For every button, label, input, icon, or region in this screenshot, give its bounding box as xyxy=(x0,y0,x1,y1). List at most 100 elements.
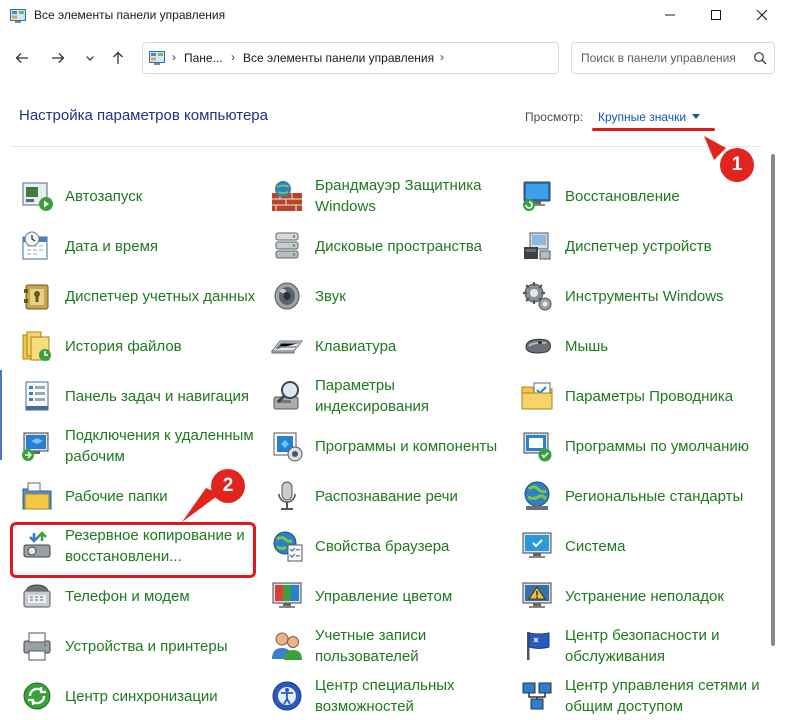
control-panel-item-label: Центр синхронизации xyxy=(65,687,218,705)
programs-features-icon xyxy=(273,432,303,462)
title-bar: Все элементы панели управления xyxy=(0,0,785,32)
control-panel-item-label: Параметры Проводника xyxy=(565,387,734,405)
indexing-icon xyxy=(273,381,299,410)
control-panel-item[interactable]: Инструменты Windows xyxy=(520,278,760,314)
autoplay-icon xyxy=(22,182,53,211)
control-panel-item[interactable]: Брандмауэр Защитника Windows xyxy=(270,177,510,215)
search-icon[interactable] xyxy=(753,51,767,65)
control-panel-item[interactable]: Программы и компоненты xyxy=(270,428,510,464)
control-panel-item[interactable]: Параметры Проводника xyxy=(520,378,760,414)
control-panel-item[interactable]: Клавиатура xyxy=(270,328,510,364)
control-panel-item[interactable]: Автозапуск xyxy=(20,178,260,214)
control-panel-item-label: Программы и компоненты xyxy=(315,437,498,455)
troubleshooting-icon xyxy=(522,582,552,608)
control-panel-item[interactable]: Резервное копирование и восстановлени... xyxy=(20,527,260,565)
security-maintenance-icon xyxy=(527,632,550,660)
close-icon xyxy=(756,9,768,21)
forward-button[interactable] xyxy=(46,46,70,70)
control-panel-item-label: История файлов xyxy=(65,337,182,355)
control-panel-item-label: Распознавание речи xyxy=(315,487,458,505)
control-panel-item-label: Панель задач и навигация xyxy=(65,387,250,405)
control-panel-item[interactable]: Учетные записи пользователей xyxy=(270,627,510,665)
control-panel-item-label: Параметры индексирования xyxy=(315,377,429,415)
control-panel-item[interactable]: Телефон и модем xyxy=(20,578,260,614)
control-panel-item[interactable]: Устройства и принтеры xyxy=(20,628,260,664)
arrow-right-icon xyxy=(52,53,65,63)
control-panel-item-label: Автозапуск xyxy=(65,187,143,205)
network-sharing-icon xyxy=(522,682,552,710)
maximize-button[interactable] xyxy=(693,0,739,30)
control-panel-item[interactable]: Центр специальных возможностей xyxy=(270,677,510,715)
control-panel-item[interactable]: Диспетчер устройств xyxy=(520,228,760,264)
storage-spaces-icon xyxy=(275,232,299,259)
control-panel-item[interactable]: Система xyxy=(520,528,760,564)
scrollbar-thumb[interactable] xyxy=(771,154,775,646)
control-panel-item-label: Подключения к удаленным рабочим xyxy=(65,427,254,465)
control-panel-item-label: Учетные записи пользователей xyxy=(315,627,427,665)
control-panel-item[interactable]: Свойства браузера xyxy=(270,528,510,564)
explorer-options-icon xyxy=(521,382,553,410)
windows-tools-icon xyxy=(523,282,552,311)
breadcrumb-item[interactable]: Пане... xyxy=(184,51,223,65)
color-management-icon xyxy=(272,582,302,608)
control-panel-item-label: Диспетчер учетных данных xyxy=(65,287,256,305)
control-panel-item[interactable]: Распознавание речи xyxy=(270,478,510,514)
control-panel-item-label: Резервное копирование и восстановлени... xyxy=(65,527,245,565)
control-panel-item-label: Дисковые пространства xyxy=(315,237,483,255)
minimize-button[interactable] xyxy=(647,0,693,30)
phone-modem-icon xyxy=(23,584,51,608)
control-panel-item[interactable]: Диспетчер учетных данных xyxy=(20,278,260,314)
control-panel-item[interactable]: Региональные стандарты xyxy=(520,478,760,514)
maximize-icon xyxy=(711,10,721,20)
breadcrumb-item[interactable]: Все элементы панели управления xyxy=(243,51,434,65)
recent-locations-button[interactable] xyxy=(78,46,102,70)
credential-manager-icon xyxy=(24,284,49,310)
view-mode-dropdown[interactable]: Крупные значки xyxy=(598,110,701,124)
address-bar[interactable]: › Пане... › Все элементы панели управлен… xyxy=(142,42,689,74)
back-button[interactable] xyxy=(10,46,34,70)
control-panel-item-label: Свойства браузера xyxy=(315,537,450,555)
control-panel-item-label: Рабочие папки xyxy=(65,487,168,505)
control-panel-item[interactable]: Дата и время xyxy=(20,228,260,264)
control-panel-item[interactable]: Управление цветом xyxy=(270,578,510,614)
control-panel-item[interactable]: Восстановление xyxy=(520,178,760,214)
device-manager-icon xyxy=(524,232,551,260)
control-panel-item[interactable]: История файлов xyxy=(20,328,260,364)
page-title: Настройка параметров компьютера xyxy=(19,107,268,124)
control-panel-item[interactable]: Центр безопасности и обслуживания xyxy=(520,627,760,665)
control-panel-item[interactable]: Мышь xyxy=(520,328,760,364)
sync-center-icon xyxy=(23,682,51,710)
control-panel-item[interactable]: Звук xyxy=(270,278,510,314)
taskbar-icon xyxy=(25,381,49,411)
view-label: Просмотр: xyxy=(525,110,584,124)
backup-restore-icon xyxy=(23,531,51,558)
vertical-scrollbar[interactable] xyxy=(768,148,778,654)
control-panel-item[interactable]: Рабочие папки xyxy=(20,478,260,514)
system-icon xyxy=(522,532,552,558)
control-panel-item[interactable]: Дисковые пространства xyxy=(270,228,510,264)
close-button[interactable] xyxy=(739,0,785,30)
up-button[interactable] xyxy=(106,46,130,70)
breadcrumb-separator: › xyxy=(440,50,444,64)
user-accounts-icon xyxy=(272,632,302,660)
control-panel-item[interactable]: Подключения к удаленным рабочим xyxy=(20,427,260,465)
internet-options-icon xyxy=(273,531,303,562)
left-edge-accent xyxy=(0,370,2,460)
search-box[interactable] xyxy=(571,42,775,74)
control-panel-item[interactable]: Устранение неполадок xyxy=(520,578,760,614)
control-panel-item[interactable]: Центр синхронизации xyxy=(20,678,260,714)
control-panel-item-label: Телефон и модем xyxy=(65,587,190,605)
window-title: Все элементы панели управления xyxy=(34,8,226,22)
control-panel-item[interactable]: Панель задач и навигация xyxy=(20,378,260,414)
control-panel-item[interactable]: Центр управления сетями и общим доступом xyxy=(520,677,760,715)
search-input[interactable] xyxy=(581,51,751,65)
caret-down-icon xyxy=(692,114,701,119)
control-panel-item[interactable]: Программы по умолчанию xyxy=(520,428,760,464)
breadcrumb-separator: › xyxy=(231,50,235,64)
file-history-icon xyxy=(22,331,51,361)
control-panel-item-label: Региональные стандарты xyxy=(565,487,744,505)
control-panel-item[interactable]: Параметры индексирования xyxy=(270,377,510,415)
control-panel-item-label: Клавиатура xyxy=(315,337,397,355)
firewall-icon xyxy=(272,181,302,211)
control-panel-item-label: Центр управления сетями и общим доступом xyxy=(565,677,760,715)
